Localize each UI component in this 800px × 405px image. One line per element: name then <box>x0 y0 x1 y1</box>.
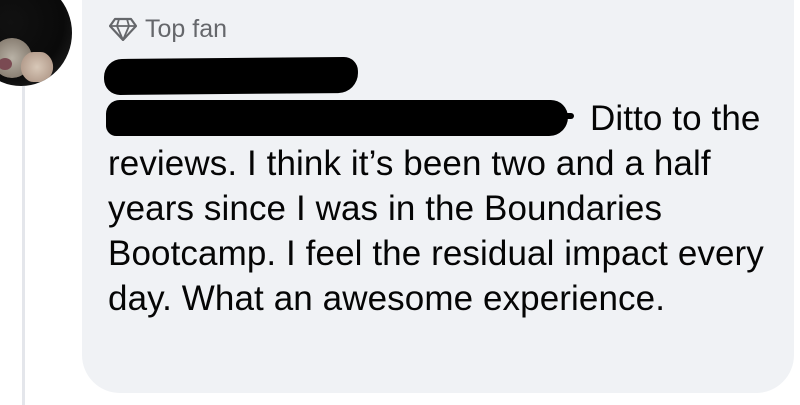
comment-text: Ditto to the reviews. I think it’s been … <box>108 99 764 318</box>
comment-text-block: Ditto to the reviews. I think it’s been … <box>108 96 780 321</box>
thread-line <box>22 86 25 405</box>
avatar[interactable] <box>0 0 72 86</box>
top-fan-badge[interactable]: Top fan <box>109 14 227 44</box>
avatar-photo-detail <box>20 52 54 82</box>
badge-label: Top fan <box>145 15 228 43</box>
redacted-author-name <box>108 76 344 92</box>
diamond-icon <box>109 17 137 41</box>
comment-thread: Top fan Ditto to the reviews. I think it… <box>0 0 800 405</box>
